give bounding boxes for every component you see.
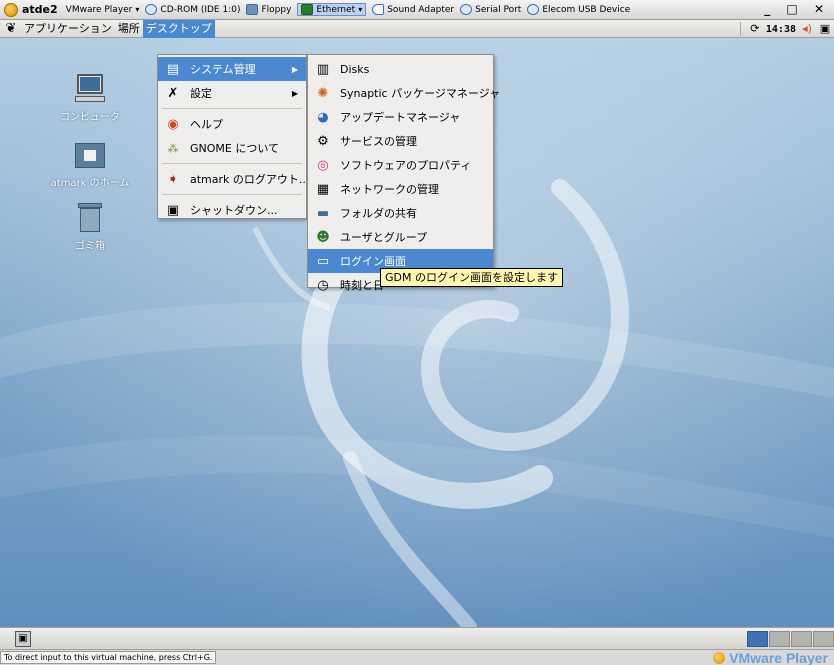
desktop-icon-label: ゴミ箱 [75,241,105,252]
system-admin-icon: ▤ [166,61,180,77]
show-desktop-icon[interactable]: ▣ [15,631,31,647]
vmware-player-menu[interactable]: VMware Player ▾ [66,5,140,15]
menu-item-about-gnome[interactable]: ⁂ GNOME について [158,136,306,160]
desktop-icon-label: コンピュータ [60,112,120,123]
desktop-icon-home[interactable]: atmark のホーム [45,140,135,189]
vm-name: atde2 [22,3,58,16]
home-folder-icon [73,140,107,170]
menu-item-shutdown[interactable]: ▣ シャットダウン... [158,198,306,222]
vmware-logo-icon [713,652,726,664]
system-tray: ⟳ 14:38 ◂) ▣ [739,20,834,38]
update-notifier-icon[interactable]: ▣ [818,22,832,36]
clock[interactable]: 14:38 [766,24,796,35]
logout-icon: ➧ [167,171,179,187]
device-floppy[interactable]: Floppy [246,4,291,15]
network-status-icon[interactable]: ⟳ [748,22,762,36]
gnome-top-panel: ❦ アプリケーション 場所 デスクトップ ⟳ 14:38 ◂) ▣ [0,19,834,38]
users-groups-icon: ☻ [316,229,330,245]
device-serial-port[interactable]: Serial Port [460,4,521,15]
submenu-item-update-manager[interactable]: ◕ アップデートマネージャ [308,105,493,129]
input-hint: To direct input to this virtual machine,… [0,651,217,664]
device-cdrom[interactable]: CD-ROM (IDE 1:0) [145,4,240,15]
submenu-item-software-properties[interactable]: ◎ ソフトウェアのプロパティ [308,153,493,177]
menu-desktop[interactable]: デスクトップ [142,19,215,38]
chevron-down-icon: ▾ [135,5,140,14]
vmware-titlebar: atde2 VMware Player ▾ CD-ROM (IDE 1:0) Fl… [0,0,834,20]
usb-device-icon [527,4,540,15]
menu-separator [162,194,302,195]
submenu-item-disks[interactable]: ▥ Disks [308,57,493,81]
window-controls[interactable]: _ □ ✕ [764,2,830,16]
floppy-icon [246,4,259,15]
menu-applications[interactable]: アプリケーション [21,20,115,38]
device-ethernet[interactable]: Ethernet ▾ [297,3,367,16]
vmware-logo-icon [4,2,18,17]
vmware-status-bar: To direct input to this virtual machine,… [0,649,834,665]
device-sound[interactable]: Sound Adapter [372,4,454,15]
tooltip: GDM のログイン画面を設定します [380,268,563,287]
workspace-3[interactable] [791,631,812,647]
submenu-arrow-icon: ▶ [291,88,298,98]
submenu-arrow-icon: ▶ [291,64,298,74]
synaptic-icon: ✺ [317,85,329,101]
workspace-4[interactable] [813,631,834,647]
sound-icon [372,4,385,15]
time-date-icon: ◷ [317,277,329,293]
desktop-icon-label: atmark のホーム [50,178,130,189]
gnome-foot-icon: ❦ [5,20,17,36]
workspace-2[interactable] [769,631,790,647]
shutdown-icon: ▣ [166,202,180,218]
submenu-item-synaptic[interactable]: ✺ Synaptic パッケージマネージャ [308,81,501,105]
cdrom-icon [145,4,158,15]
device-usb[interactable]: Elecom USB Device [527,4,630,15]
ethernet-icon [301,4,314,15]
menu-item-help[interactable]: ◉ ヘルプ [158,112,306,136]
update-manager-icon: ◕ [317,109,329,125]
submenu-item-shared-folders[interactable]: ▬ フォルダの共有 [308,201,493,225]
desktop-menu: ▤ システム管理 ▶ ✗ 設定 ▶ ◉ ヘルプ ⁂ GNOME について ➧ a… [157,54,310,222]
tray-separator [739,22,741,36]
disks-icon: ▥ [316,61,330,77]
computer-icon [73,74,107,104]
preferences-icon: ✗ [167,85,179,101]
workspace-switcher [747,631,834,647]
menu-places[interactable]: 場所 [115,20,143,38]
trash-icon [73,203,107,233]
admin-submenu: ▥ Disks ✺ Synaptic パッケージマネージャ ◕ アップデートマネ… [307,54,501,293]
chevron-down-icon: ▾ [358,5,363,14]
gnome-bottom-panel: ▣ [0,627,834,649]
submenu-item-services[interactable]: ⚙ サービスの管理 [308,129,493,153]
vmware-brand: VMware Player [713,650,828,665]
desktop-icon-computer[interactable]: コンピュータ [45,74,135,123]
menu-item-preferences[interactable]: ✗ 設定 ▶ [158,81,306,105]
submenu-item-network[interactable]: ▦ ネットワークの管理 [308,177,493,201]
login-screen-icon: ▭ [316,253,330,269]
gnome-icon: ⁂ [167,141,179,155]
software-properties-icon: ◎ [317,157,329,173]
menu-item-system-admin[interactable]: ▤ システム管理 ▶ [158,57,306,81]
desktop-icon-trash[interactable]: ゴミ箱 [45,203,135,252]
volume-icon[interactable]: ◂) [800,22,814,36]
services-icon: ⚙ [317,133,329,149]
menu-item-logout[interactable]: ➧ atmark のログアウト... [158,167,310,191]
menu-separator [162,163,302,164]
menu-separator [162,108,302,109]
network-icon: ▦ [316,181,330,197]
submenu-item-users-groups[interactable]: ☻ ユーザとグループ [308,225,493,249]
shared-folder-icon: ▬ [316,205,330,221]
help-icon: ◉ [167,116,179,132]
serial-port-icon [460,4,473,15]
workspace-1[interactable] [747,631,768,647]
